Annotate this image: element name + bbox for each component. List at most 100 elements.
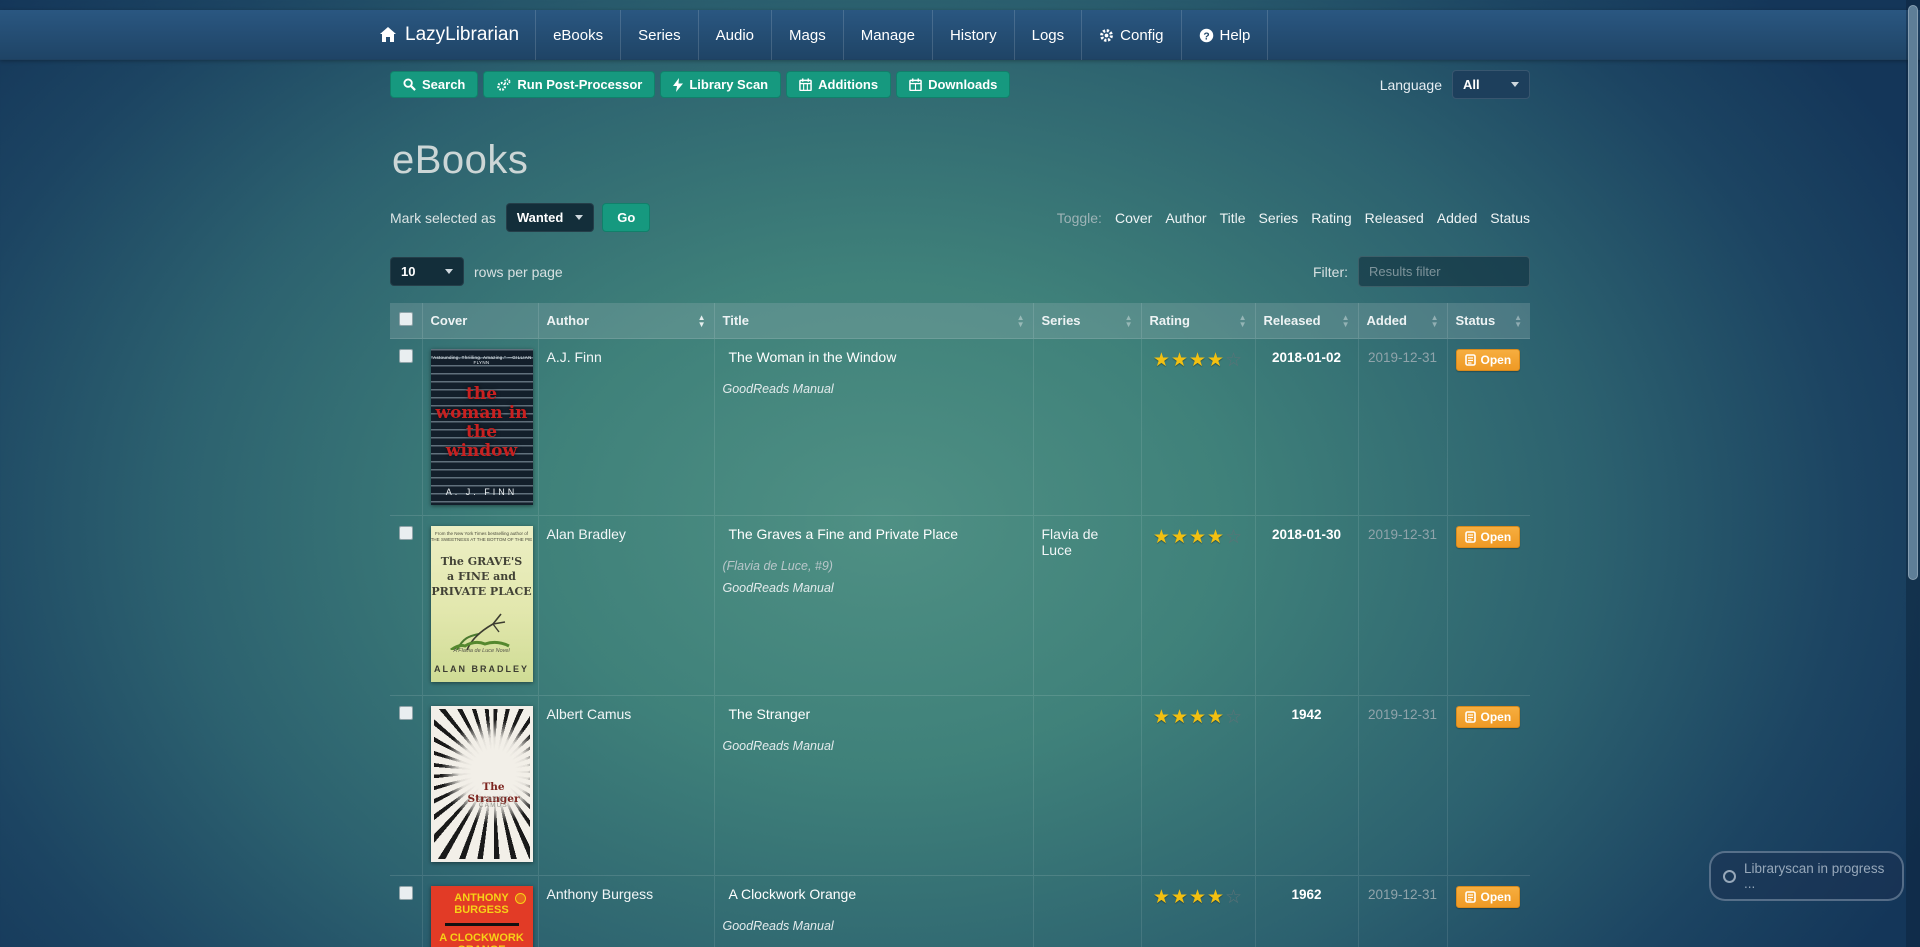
caret-down-icon: [1511, 82, 1519, 87]
toggle-released[interactable]: Released: [1365, 210, 1424, 226]
cover-title: the woman in the window: [435, 384, 528, 461]
cover-title: A CLOCKWORKORANGE: [439, 932, 524, 947]
open-book-button[interactable]: Open: [1455, 886, 1521, 908]
nav-label: Logs: [1031, 26, 1065, 44]
toggle-title[interactable]: Title: [1220, 210, 1246, 226]
cover-author: ALAN BRADLEY: [434, 664, 529, 674]
book-cover[interactable]: The Stranger ALBERT CAMUS: [430, 706, 533, 862]
language-select[interactable]: All: [1452, 70, 1530, 99]
nav-item-config[interactable]: Config: [1081, 10, 1180, 60]
additions-button[interactable]: Additions: [786, 71, 892, 98]
top-navbar: LazyLibrarian eBooks Series Audio Mags M…: [0, 10, 1920, 60]
book-source: GoodReads Manual: [722, 581, 834, 595]
author-cell: A.J. Finn: [537, 338, 714, 516]
nav-item-manage[interactable]: Manage: [842, 10, 932, 60]
toggle-added[interactable]: Added: [1437, 210, 1477, 226]
toggle-series[interactable]: Series: [1259, 210, 1299, 226]
row-checkbox[interactable]: [398, 886, 413, 900]
header-label: Series: [1041, 313, 1081, 328]
search-button[interactable]: Search: [390, 71, 479, 98]
column-header-rating[interactable]: Rating: [1140, 303, 1255, 339]
row-checkbox[interactable]: [398, 706, 413, 720]
cover-tagline: From the New York Times bestselling auth…: [430, 531, 533, 542]
go-button[interactable]: Go: [602, 203, 651, 232]
sort-icon[interactable]: [1431, 314, 1439, 328]
added-date: 2019-12-31: [1367, 527, 1438, 542]
toggle-status[interactable]: Status: [1490, 210, 1530, 226]
cover-author: A. J. FINN: [445, 487, 518, 497]
libraryscan-toast: Libraryscan in progress ...: [1709, 851, 1904, 901]
status-label: Open: [1480, 710, 1512, 724]
book-source: GoodReads Manual: [722, 739, 834, 753]
open-book-button[interactable]: Open: [1455, 349, 1521, 371]
results-filter-input[interactable]: [1358, 256, 1530, 287]
column-header-added[interactable]: Added: [1357, 303, 1447, 339]
button-label: Additions: [818, 77, 879, 92]
nav-label: eBooks: [553, 26, 604, 44]
cover-tagline: “Astounding. Thrilling. Amazing.” —GILLI…: [431, 355, 532, 365]
book-title-link[interactable]: The Stranger: [729, 706, 811, 722]
row-checkbox[interactable]: [398, 526, 413, 540]
nav-item-ebooks[interactable]: eBooks: [535, 10, 620, 60]
toast-text: Libraryscan in progress ...: [1744, 861, 1885, 891]
header-label: Status: [1455, 313, 1496, 328]
caret-down-icon: [445, 269, 453, 274]
nav-item-help[interactable]: ? Help: [1180, 10, 1269, 60]
sort-icon[interactable]: [698, 314, 706, 328]
select-all-checkbox[interactable]: [398, 312, 413, 326]
nav-label: Config: [1120, 26, 1164, 44]
book-cover[interactable]: “Astounding. Thrilling. Amazing.” —GILLI…: [430, 349, 533, 505]
cover-series-note: A Flavia de Luce Novel: [453, 648, 510, 654]
toggle-rating[interactable]: Rating: [1311, 210, 1351, 226]
column-header-title[interactable]: Title: [713, 303, 1033, 339]
nav-item-mags[interactable]: Mags: [771, 10, 843, 60]
book-title-link[interactable]: A Clockwork Orange: [729, 886, 857, 902]
nav-label: Audio: [715, 26, 755, 44]
column-header-status[interactable]: Status: [1446, 303, 1530, 339]
sort-icon[interactable]: [1342, 314, 1350, 328]
table-row: From the New York Times bestselling auth…: [390, 515, 1530, 696]
library-scan-button[interactable]: Library Scan: [660, 71, 782, 98]
rows-per-page-select[interactable]: 10: [390, 257, 464, 286]
column-header-released[interactable]: Released: [1254, 303, 1358, 339]
column-header-author[interactable]: Author: [537, 303, 714, 339]
column-header-series[interactable]: Series: [1032, 303, 1141, 339]
downloads-button[interactable]: Downloads: [896, 71, 1011, 98]
sort-icon[interactable]: [1239, 314, 1247, 328]
status-label: Open: [1480, 530, 1512, 544]
nav-item-history[interactable]: History: [931, 10, 1014, 60]
toggle-cover[interactable]: Cover: [1115, 210, 1152, 226]
sort-icon[interactable]: [1017, 314, 1025, 328]
series-cell: [1032, 695, 1141, 876]
header-label: Cover: [430, 313, 468, 328]
brand-lazylibrarian[interactable]: LazyLibrarian: [375, 10, 535, 60]
nav-item-series[interactable]: Series: [620, 10, 698, 60]
open-book-button[interactable]: Open: [1455, 706, 1521, 728]
vertical-scrollbar-track[interactable]: [1906, 0, 1920, 947]
mark-status-select[interactable]: Wanted: [505, 203, 595, 232]
vertical-scrollbar-thumb[interactable]: [1908, 5, 1918, 580]
sort-icon[interactable]: [1125, 314, 1133, 328]
search-icon: [403, 78, 416, 91]
nav-label: Help: [1219, 26, 1251, 44]
nav-label: History: [949, 26, 997, 44]
home-icon: [380, 27, 396, 42]
nav-item-audio[interactable]: Audio: [697, 10, 771, 60]
nav-item-logs[interactable]: Logs: [1013, 10, 1082, 60]
spinner-icon: [1723, 869, 1736, 883]
released-date: 2018-01-30: [1271, 527, 1342, 542]
gears-icon: [497, 78, 511, 91]
book-cover[interactable]: From the New York Times bestselling auth…: [430, 526, 533, 682]
toggle-author[interactable]: Author: [1165, 210, 1206, 226]
released-date: 1962: [1291, 887, 1322, 902]
sort-icon[interactable]: [1514, 314, 1522, 328]
rows-per-page-value: 10: [401, 264, 416, 279]
book-source: GoodReads Manual: [722, 919, 834, 933]
open-book-button[interactable]: Open: [1455, 526, 1521, 548]
book-title-link[interactable]: The Woman in the Window: [729, 349, 897, 365]
book-cover[interactable]: ANTHONYBURGESS A CLOCKWORKORANGE: [430, 886, 533, 947]
row-checkbox[interactable]: [398, 349, 413, 363]
table-row: The Stranger ALBERT CAMUS Albert Camus T…: [390, 695, 1530, 876]
book-title-link[interactable]: The Graves a Fine and Private Place: [729, 526, 959, 542]
run-post-processor-button[interactable]: Run Post-Processor: [483, 71, 656, 98]
